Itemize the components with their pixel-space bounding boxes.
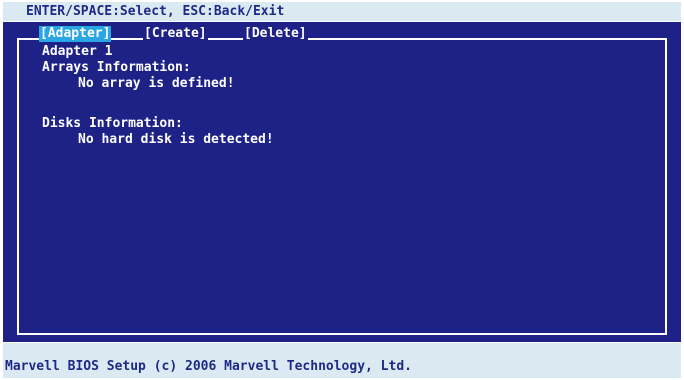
tab-adapter[interactable]: [Adapter] [39, 26, 112, 42]
main-panel: [Adapter] [Create] [Delete] Adapter 1 Ar… [3, 22, 681, 342]
tab-delete[interactable]: [Delete] [243, 26, 308, 42]
bios-screen: ENTER/SPACE:Select, ESC:Back/Exit [Adapt… [0, 0, 684, 380]
arrays-heading: Arrays Information: [42, 60, 191, 75]
key-hint-text: ENTER/SPACE:Select, ESC:Back/Exit [26, 4, 285, 19]
disks-message: No hard disk is detected! [78, 132, 274, 147]
status-bar: Marvell BIOS Setup (c) 2006 Marvell Tech… [3, 343, 681, 378]
disks-heading: Disks Information: [42, 116, 183, 131]
tab-create[interactable]: [Create] [143, 26, 208, 42]
adapter-label: Adapter 1 [42, 44, 113, 59]
key-hint-bar: ENTER/SPACE:Select, ESC:Back/Exit [3, 2, 681, 21]
arrays-message: No array is defined! [78, 76, 235, 91]
copyright-text: Marvell BIOS Setup (c) 2006 Marvell Tech… [5, 359, 412, 374]
tab-bar: [Adapter] [Create] [Delete] [3, 26, 681, 43]
